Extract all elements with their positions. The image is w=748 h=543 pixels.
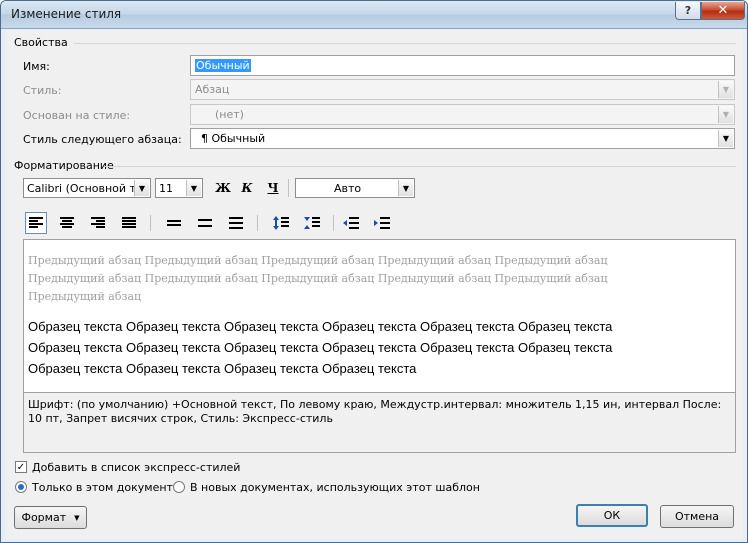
bold-button[interactable]: Ж bbox=[212, 178, 234, 198]
name-input[interactable]: Обычный bbox=[190, 55, 735, 76]
help-button[interactable]: ? bbox=[675, 2, 701, 20]
radio-dot-icon bbox=[18, 484, 24, 490]
decrease-indent-icon bbox=[343, 217, 359, 229]
add-to-quick-styles-label: Добавить в список экспресс-стилей bbox=[32, 461, 241, 474]
separator bbox=[288, 179, 289, 197]
align-center-button[interactable] bbox=[56, 212, 78, 234]
format-button[interactable]: Формат ▼ bbox=[14, 506, 87, 529]
font-name-dropdown[interactable]: Calibri (Основной текст) ▼ bbox=[23, 178, 151, 198]
sample-text: Образец текста Образец текста Образец те… bbox=[28, 319, 613, 376]
spacing-before-icon bbox=[273, 216, 289, 230]
spacing-after-icon bbox=[304, 217, 320, 229]
one-half-spacing-icon bbox=[198, 219, 212, 227]
name-label: Имя: bbox=[23, 60, 50, 73]
close-button[interactable]: ✕ bbox=[701, 2, 745, 20]
separator bbox=[257, 215, 258, 231]
increase-indent-icon bbox=[374, 217, 390, 229]
style-type-label: Стиль: bbox=[23, 84, 62, 97]
single-spacing-icon bbox=[167, 220, 181, 226]
font-name-value: Calibri (Основной текст) bbox=[27, 182, 137, 195]
previous-paragraph-text: Предыдущий абзац Предыдущий абзац Предыд… bbox=[28, 254, 608, 303]
chevron-down-icon: ▼ bbox=[718, 106, 733, 123]
new-documents-radio[interactable] bbox=[173, 481, 185, 493]
only-this-document-label: Только в этом документе bbox=[32, 481, 180, 494]
based-on-dropdown[interactable]: (нет) ▼ bbox=[190, 104, 735, 125]
align-center-icon bbox=[60, 217, 74, 228]
only-this-document-radio[interactable] bbox=[15, 481, 27, 493]
chevron-down-icon: ▼ bbox=[398, 180, 413, 196]
based-on-label: Основан на стиле: bbox=[23, 109, 131, 122]
separator bbox=[333, 215, 334, 231]
ok-button[interactable]: ОК bbox=[576, 504, 648, 527]
divider bbox=[104, 166, 736, 167]
checkmark-icon: ✓ bbox=[16, 462, 26, 473]
new-documents-label: В новых документах, использующих этот ша… bbox=[190, 481, 480, 494]
decrease-indent-button[interactable] bbox=[340, 212, 362, 234]
style-description-text: Шрифт: (по умолчанию) +Основной текст, П… bbox=[28, 398, 722, 425]
double-spacing-icon bbox=[229, 217, 243, 229]
decrease-spacing-before-button[interactable] bbox=[301, 212, 323, 234]
formatting-section-title: Форматирование bbox=[14, 159, 114, 172]
format-button-label: Формат bbox=[21, 511, 67, 524]
name-value: Обычный bbox=[195, 59, 251, 72]
align-right-icon bbox=[91, 217, 105, 228]
increase-spacing-before-button[interactable] bbox=[270, 212, 292, 234]
double-spacing-button[interactable] bbox=[225, 212, 247, 234]
style-description: Шрифт: (по умолчанию) +Основной текст, П… bbox=[23, 393, 736, 453]
style-type-dropdown[interactable]: Абзац ▼ bbox=[190, 79, 735, 100]
properties-section-title: Свойства bbox=[14, 36, 68, 49]
next-style-label: Стиль следующего абзаца: bbox=[23, 133, 182, 146]
justify-button[interactable] bbox=[118, 212, 140, 234]
italic-button[interactable]: К bbox=[236, 178, 258, 198]
one-half-spacing-button[interactable] bbox=[194, 212, 216, 234]
underline-button[interactable]: Ч bbox=[262, 178, 284, 198]
chevron-down-icon: ▼ bbox=[74, 513, 80, 522]
help-icon: ? bbox=[684, 4, 692, 17]
font-color-value: Авто bbox=[334, 182, 362, 195]
next-style-value: ¶ Обычный bbox=[201, 132, 266, 145]
chevron-down-icon: ▼ bbox=[718, 81, 733, 98]
cancel-button[interactable]: Отмена bbox=[660, 505, 734, 528]
align-left-icon bbox=[29, 217, 43, 228]
single-spacing-button[interactable] bbox=[163, 212, 185, 234]
font-size-value: 11 bbox=[159, 182, 173, 195]
chevron-down-icon: ▼ bbox=[718, 130, 733, 147]
add-to-quick-styles-checkbox[interactable]: ✓ bbox=[15, 461, 27, 473]
dialog-body: Свойства Имя: Обычный Стиль: Абзац ▼ Осн… bbox=[6, 30, 743, 539]
modify-style-dialog: Изменение стиля ? ✕ Свойства Имя: Обычны… bbox=[0, 0, 748, 543]
font-size-dropdown[interactable]: 11 ▼ bbox=[155, 178, 203, 198]
style-preview: Предыдущий абзац Предыдущий абзац Предыд… bbox=[23, 239, 736, 393]
based-on-value: (нет) bbox=[215, 108, 244, 121]
dialog-title: Изменение стиля bbox=[11, 7, 122, 21]
chevron-down-icon: ▼ bbox=[186, 180, 201, 196]
next-style-dropdown[interactable]: ¶ Обычный ▼ bbox=[190, 128, 735, 149]
increase-indent-button[interactable] bbox=[371, 212, 393, 234]
style-type-value: Абзац bbox=[195, 83, 230, 96]
title-bar: Изменение стиля ? ✕ bbox=[1, 1, 747, 29]
align-left-button[interactable] bbox=[25, 212, 47, 234]
chevron-down-icon: ▼ bbox=[134, 180, 149, 196]
font-color-dropdown[interactable]: Авто ▼ bbox=[295, 178, 415, 198]
align-right-button[interactable] bbox=[87, 212, 109, 234]
separator bbox=[150, 215, 151, 231]
close-icon: ✕ bbox=[717, 3, 729, 18]
divider bbox=[74, 43, 736, 44]
justify-icon bbox=[122, 217, 136, 228]
